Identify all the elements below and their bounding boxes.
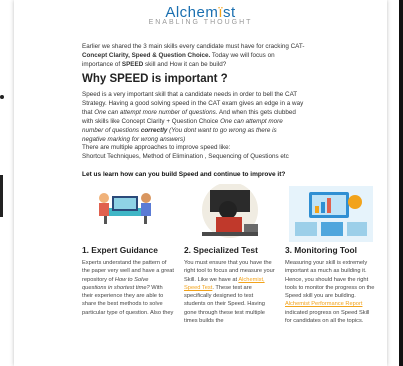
left-edge-mark <box>0 95 4 99</box>
body-line: that <box>82 108 95 116</box>
body-emphasis: negative marking for wrong answers) <box>82 135 186 143</box>
section-heading: Why SPEED is important ? <box>82 73 228 85</box>
column-monitoring-tool: 3. Monitoring Tool Measuring your skill … <box>285 184 377 325</box>
intro-speed: SPEED <box>121 61 144 69</box>
column-text: Experts understand the pattern of the pa… <box>82 259 174 317</box>
intro-line-2: Today we will focus on <box>210 52 275 60</box>
column-text-part: indicated progress on Speed Skill for ca… <box>285 309 370 325</box>
expert-guidance-illustration <box>82 184 174 246</box>
body-emphasis: (You dont want to go wrong as there is <box>167 126 277 134</box>
intro-line-1: Earlier we shared the 3 main skills ever… <box>82 43 305 50</box>
body-correctly: correctly <box>140 126 168 134</box>
column-title: 3. Monitoring Tool <box>285 245 357 255</box>
column-title: 1. Expert Guidance <box>82 245 158 255</box>
body-line: And when this gets clubbed <box>217 108 296 116</box>
column-text-part: Measuring your skill is extremely import… <box>285 260 375 300</box>
monitoring-tool-illustration <box>285 184 377 246</box>
right-edge-bar <box>399 0 403 366</box>
cta-heading: Let us learn how can you build Speed and… <box>82 171 286 178</box>
body-emphasis: number of questions <box>82 126 141 134</box>
body-line: with skills like Concept Clarity + Quest… <box>82 117 221 125</box>
intro-line-3a: importance of <box>82 61 122 69</box>
body-line: Strategy. Having a good solving speed in… <box>82 99 304 107</box>
intro-paragraph: Earlier we shared the 3 main skills ever… <box>82 42 372 70</box>
body-emphasis: One can attempt more number of questions… <box>94 108 218 116</box>
body-line: Speed is a very important skill that a c… <box>82 91 298 98</box>
column-expert-guidance: 1. Expert Guidance Experts understand th… <box>82 184 174 317</box>
column-text: Measuring your skill is extremely import… <box>285 259 377 325</box>
performance-report-link[interactable]: Alchemist Performance Report <box>285 301 362 307</box>
body-line: There are multiple approaches to improve… <box>82 144 231 152</box>
column-specialized-test: 2. Specialized Test You must ensure that… <box>184 182 276 325</box>
logo-tagline: ENABLING THOUGHT <box>148 19 253 26</box>
logo: Alchemïst ENABLING THOUGHT <box>14 4 387 26</box>
specialized-test-illustration <box>184 182 276 246</box>
newsletter-card: Alchemïst ENABLING THOUGHT Earlier we sh… <box>14 0 387 366</box>
body-emphasis: One can attempt more <box>220 117 283 125</box>
speed-paragraph: Speed is a very important skill that a c… <box>82 91 372 162</box>
intro-skills: Concept Clarity, Speed & Question Choice… <box>82 52 211 60</box>
column-text: You must ensure that you have the right … <box>184 259 276 325</box>
intro-line-3c: skill and How it can be build? <box>143 61 227 69</box>
column-title: 2. Specialized Test <box>184 245 258 255</box>
left-edge-bar <box>0 175 3 217</box>
body-line: Shortcut Techniques, Method of Eliminati… <box>82 153 289 161</box>
